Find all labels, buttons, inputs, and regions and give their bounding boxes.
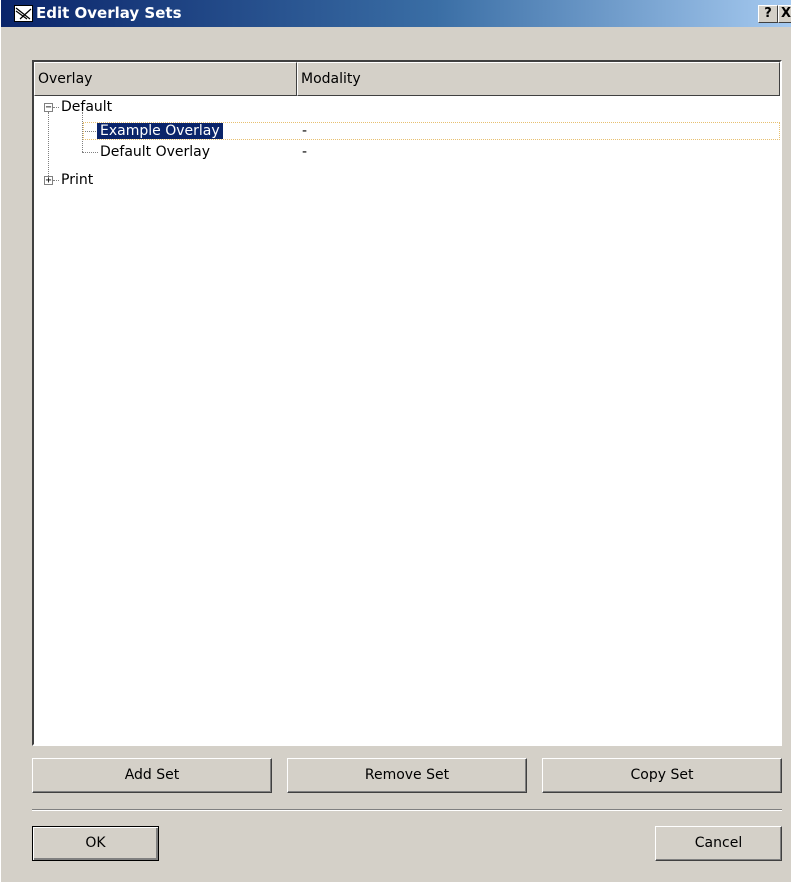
copy-set-button[interactable]: Copy Set <box>542 758 782 793</box>
column-header-modality[interactable]: Modality <box>297 62 780 96</box>
edit-overlay-sets-dialog: Edit Overlay Sets ? X Overlay Modality −… <box>0 0 791 882</box>
tree-item-example-overlay[interactable]: Example Overlay <box>97 122 223 141</box>
overlay-tree[interactable]: Overlay Modality − Default Example Overl… <box>32 60 782 746</box>
tree-group-print[interactable]: Print <box>61 171 93 190</box>
column-header-overlay[interactable]: Overlay <box>34 62 297 96</box>
tree-item-label: Example Overlay <box>97 123 223 139</box>
tree-group-label: Default <box>61 99 113 115</box>
help-button[interactable]: ? <box>758 5 778 23</box>
tree-item-modality: - <box>302 123 308 139</box>
title-bar[interactable]: Edit Overlay Sets ? X <box>1 0 791 27</box>
app-icon <box>14 5 33 22</box>
tree-group-label: Print <box>61 172 94 188</box>
expand-icon[interactable]: + <box>44 176 53 186</box>
divider <box>32 809 782 811</box>
ok-button[interactable]: OK <box>32 826 159 861</box>
tree-item-modality: - <box>302 144 308 160</box>
tree-connector <box>53 107 59 108</box>
dialog-title: Edit Overlay Sets <box>36 4 182 22</box>
tree-connector <box>53 180 59 181</box>
tree-connector <box>48 112 49 182</box>
close-button[interactable]: X <box>778 5 791 23</box>
remove-set-button[interactable]: Remove Set <box>287 758 527 793</box>
collapse-icon[interactable]: − <box>44 103 53 113</box>
cancel-button[interactable]: Cancel <box>655 826 782 861</box>
tree-item-default-overlay[interactable]: Default Overlay <box>100 143 210 162</box>
tree-item-label: Default Overlay <box>100 144 211 160</box>
add-set-button[interactable]: Add Set <box>32 758 272 793</box>
tree-group-default[interactable]: Default <box>61 98 112 117</box>
tree-connector <box>82 152 98 153</box>
